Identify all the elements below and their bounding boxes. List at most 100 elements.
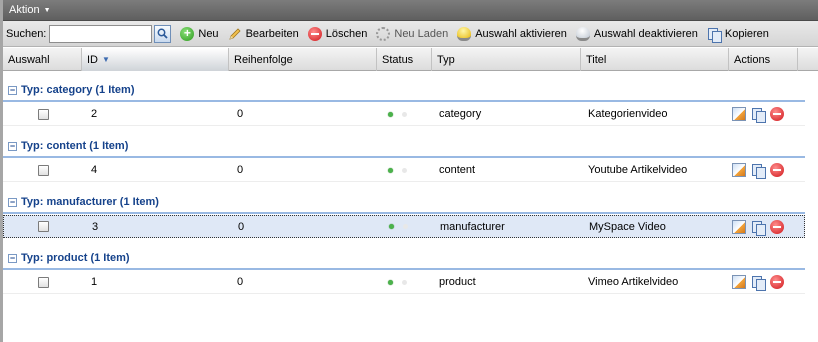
status-active-icon [388,167,393,173]
group-header[interactable]: − Typ: category (1 Item) [3,80,805,102]
typ-cell: content [439,164,476,176]
column-header-auswahl[interactable]: Auswahl [3,48,82,71]
aktion-menu[interactable]: Aktion ▼ [9,4,51,16]
reihenfolge-cell: 0 [238,220,245,233]
column-header-typ[interactable]: Typ [432,48,581,71]
copy-icon [707,27,722,43]
edit-icon[interactable] [732,275,746,289]
column-header-titel[interactable]: Titel [581,48,729,71]
delete-button[interactable]: Löschen [307,26,367,41]
delete-icon [307,26,322,41]
status-cell [377,271,432,294]
column-header-reihenfolge-label: Reihenfolge [234,53,293,66]
copy-icon[interactable] [751,107,766,123]
grid-window: Aktion ▼ Suchen: + Neu Bearbeiten Lösche… [0,0,818,342]
row-checkbox[interactable] [38,276,49,288]
column-header-typ-label: Typ [437,53,455,66]
group-header[interactable]: − Typ: product (1 Item) [3,248,805,270]
delete-icon[interactable] [770,107,784,121]
row-checkbox[interactable] [38,164,49,176]
lightbulb-on-icon [457,26,472,41]
edit-button-label: Bearbeiten [245,27,299,40]
deactivate-selection-button[interactable]: Auswahl deaktivieren [575,26,698,41]
delete-icon[interactable] [770,219,784,234]
collapse-icon[interactable]: − [8,85,17,95]
row-select-cell [3,103,82,126]
grid-header: Auswahl ID ▼ Reihenfolge Status Typ Titel… [3,48,818,71]
activate-selection-button[interactable]: Auswahl aktivieren [457,26,567,41]
delete-icon[interactable] [770,275,784,289]
status-inactive-icon [402,167,407,173]
group-header[interactable]: − Typ: manufacturer (1 Item) [3,192,805,214]
typ-cell: manufacturer [440,220,505,233]
collapse-icon[interactable]: − [8,253,17,263]
table-row[interactable]: 2 0 category Kategorienvideo [3,103,805,126]
id-cell: 1 [91,276,98,288]
status-inactive-icon [403,224,408,229]
column-header-auswahl-label: Auswahl [8,53,50,66]
copy-icon[interactable] [751,220,766,236]
group-label: Typ: manufacturer (1 Item) [21,196,159,208]
column-header-status[interactable]: Status [377,48,432,71]
scrollbar-gutter [805,72,818,342]
search-input[interactable] [49,24,153,43]
status-cell [378,215,433,238]
reihenfolge-cell: 0 [237,164,244,176]
status-cell [377,159,432,182]
actions-cell [729,159,799,182]
titel-cell: Kategorienvideo [588,108,668,120]
search-button[interactable] [154,24,172,43]
aktion-menu-label: Aktion [9,4,40,16]
delete-icon[interactable] [770,163,784,177]
reload-button-label: Neu Laden [394,27,449,40]
titel-cell: MySpace Video [589,220,666,233]
column-header-reihenfolge[interactable]: Reihenfolge [229,48,377,71]
typ-cell: product [439,276,476,288]
actions-cell [730,215,798,238]
table-row[interactable]: 3 0 manufacturer MySpace Video [3,215,805,238]
reihenfolge-cell: 0 [237,276,244,288]
deactivate-selection-label: Auswahl deaktivieren [593,27,698,40]
typ-cell: category [439,108,482,120]
collapse-icon[interactable]: − [8,197,17,207]
collapse-icon[interactable]: − [8,141,17,151]
id-cell: 2 [91,108,98,120]
column-header-status-label: Status [382,53,414,66]
column-header-id-label: ID [87,53,98,66]
add-icon: + [180,26,195,41]
pencil-icon [228,27,241,40]
table-row[interactable]: 4 0 content Youtube Artikelvideo [3,159,805,182]
edit-button[interactable]: Bearbeiten [228,27,299,41]
reload-button[interactable]: Neu Laden [376,26,449,41]
row-checkbox[interactable] [38,108,49,120]
titel-cell: Vimeo Artikelvideo [588,276,679,288]
reload-icon [376,26,391,41]
edit-icon[interactable] [732,107,746,121]
copy-icon[interactable] [751,275,766,291]
status-inactive-icon [402,111,407,117]
column-header-actions-label: Actions [734,53,771,66]
chevron-down-icon: ▼ [43,6,51,14]
edit-icon[interactable] [732,219,746,234]
column-header-titel-label: Titel [586,53,607,66]
actions-cell [729,271,799,294]
search-label: Suchen: [6,27,47,40]
row-select-cell [3,271,82,294]
row-checkbox[interactable] [38,221,49,232]
edit-icon[interactable] [732,163,746,177]
column-header-actions[interactable]: Actions [729,48,798,71]
status-active-icon [388,111,393,117]
status-inactive-icon [402,279,407,285]
activate-selection-label: Auswahl aktivieren [475,27,567,40]
id-cell: 3 [92,220,99,233]
column-header-id[interactable]: ID ▼ [82,48,229,71]
copy-button-label: Kopieren [724,27,769,40]
table-row[interactable]: 1 0 product Vimeo Artikelvideo [3,271,805,294]
group-header[interactable]: − Typ: content (1 Item) [3,136,805,158]
copy-button[interactable]: Kopieren [707,27,769,43]
row-select-cell [4,215,83,238]
id-cell: 4 [91,164,98,176]
copy-icon[interactable] [751,163,766,179]
new-button[interactable]: + Neu [180,26,219,41]
lightbulb-off-icon [575,26,590,41]
